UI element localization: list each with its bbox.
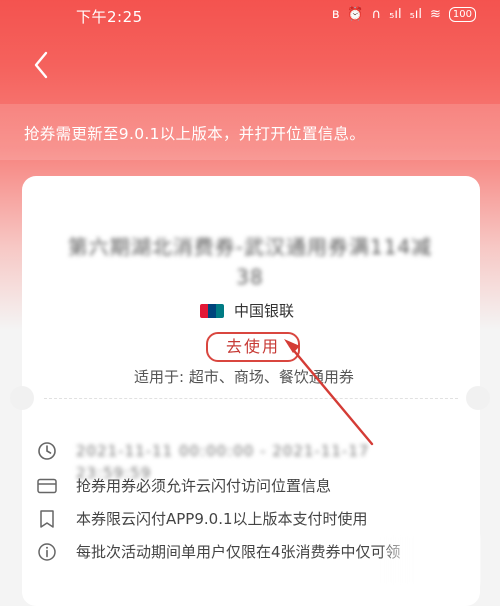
detail-row-version: 本券限云闪付APP9.0.1以上版本支付时使用: [36, 508, 406, 530]
status-bar: 下午2:25 ʙ ⏰ ∩ ₅ıl ₅ıl ≋ 100: [0, 0, 500, 32]
version-requirement: 本券限云闪付APP9.0.1以上版本支付时使用: [76, 510, 368, 528]
bookmark-icon: [36, 508, 58, 530]
location-requirement: 抢券用券必须允许云闪付访问位置信息: [76, 477, 332, 495]
alarm-icon: ⏰: [347, 6, 364, 22]
signal-icon-2: ₅ıl: [409, 6, 422, 22]
clock-icon: [36, 440, 58, 462]
detail-row-location: 抢券用券必须允许云闪付访问位置信息: [36, 475, 406, 497]
info-icon: [36, 541, 58, 563]
notice-bar: 抢券需更新至9.0.1以上版本，并打开位置信息。: [0, 104, 500, 160]
signal-icon-1: ₅ıl: [389, 6, 402, 22]
use-coupon-button[interactable]: 去使用: [206, 332, 300, 362]
card-notch-right: [466, 386, 490, 410]
bank-row: 中国银联: [200, 300, 294, 321]
redaction-overlay: [380, 535, 480, 585]
detail-row-limit: 每批次活动期间单用户仅限在4张消费券中仅可领: [36, 541, 406, 563]
applicable-text: 适用于: 超市、商场、餐饮通用券: [134, 368, 354, 386]
status-time: 下午2:25: [76, 8, 143, 26]
coupon-title: 第六期湖北消费券-武汉通用券满114减 38: [50, 232, 450, 292]
unionpay-logo-icon: [200, 303, 224, 318]
notice-text: 抢券需更新至9.0.1以上版本，并打开位置信息。: [24, 125, 366, 143]
claim-limit: 每批次活动期间单用户仅限在4张消费券中仅可领: [76, 543, 401, 561]
card-notch-left: [10, 386, 34, 410]
card-icon: [36, 475, 58, 497]
back-button[interactable]: [24, 47, 60, 83]
battery-icon: 100: [448, 7, 476, 22]
card-divider: [44, 398, 458, 399]
coupon-title-line1: 第六期湖北消费券-武汉通用券满114减: [67, 235, 433, 259]
status-icons: ʙ ⏰ ∩ ₅ıl ₅ıl ≋ 100: [332, 7, 476, 22]
bluetooth-icon: ʙ: [331, 6, 340, 22]
coupon-title-line2: 38: [236, 265, 264, 289]
chevron-left-icon: [34, 51, 48, 79]
nfc-icon: ∩: [371, 6, 382, 22]
bank-name: 中国银联: [234, 302, 295, 320]
wifi-icon: ≋: [430, 6, 441, 22]
